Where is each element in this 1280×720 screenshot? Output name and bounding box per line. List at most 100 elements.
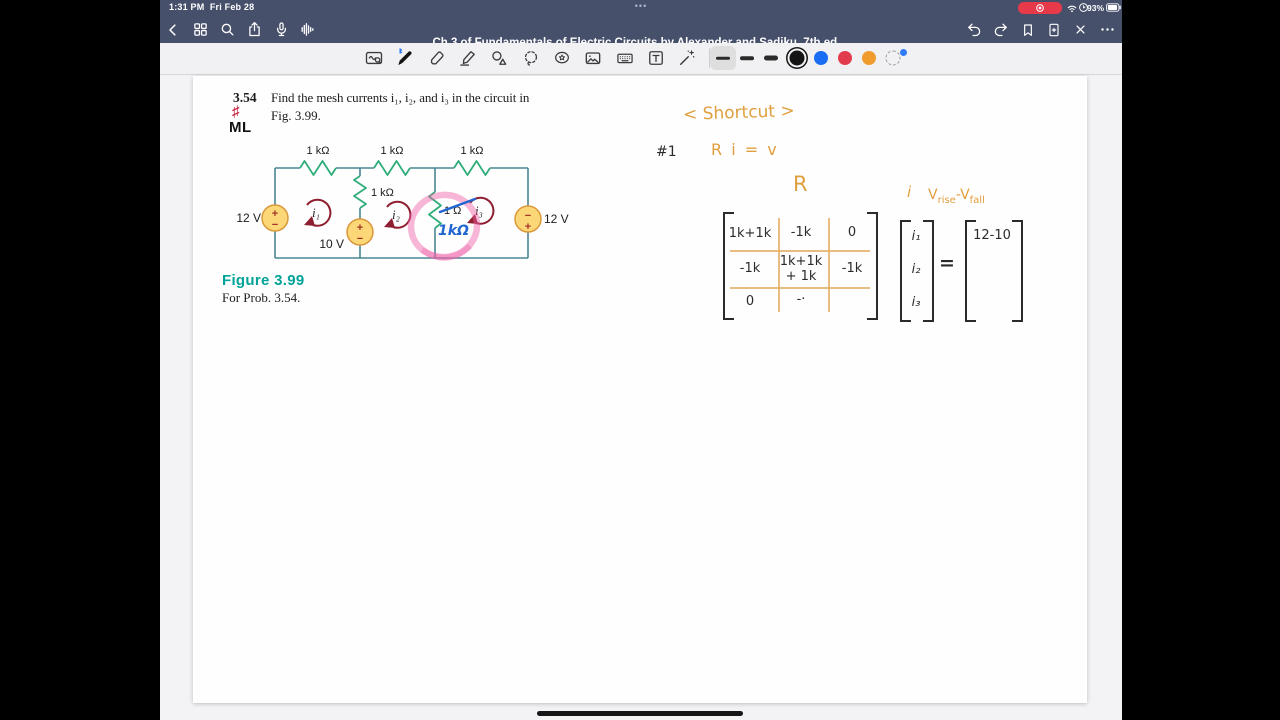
matlab-hash-icon: ♯: [232, 103, 240, 120]
shapes-icon: [492, 51, 507, 65]
wifi-icon: [1067, 5, 1077, 13]
thumbnails-button[interactable]: [188, 18, 212, 42]
status-date: Fri Feb 28: [209, 2, 255, 12]
v-fall-sub: fall: [969, 194, 985, 206]
custom-color-badge: [900, 49, 907, 56]
keyboard-tool[interactable]: [612, 45, 638, 71]
waveform-icon: [301, 23, 313, 36]
search-icon: [221, 23, 233, 36]
share-icon: [248, 21, 260, 37]
zoom-window-icon: [365, 51, 383, 65]
multitask-dots-icon[interactable]: •••: [635, 1, 647, 11]
battery-icon: [1106, 3, 1121, 12]
color-orange-swatch[interactable]: [862, 51, 876, 65]
redo-button[interactable]: [988, 18, 1012, 42]
add-page-icon: [1049, 23, 1059, 36]
matrix-grid-hline2: [730, 287, 870, 289]
pen-tool[interactable]: [392, 45, 418, 71]
screen-recording-indicator[interactable]: [1018, 2, 1062, 14]
back-button[interactable]: [161, 18, 185, 42]
laser-pointer-tool[interactable]: [674, 45, 700, 71]
rhs-label-vrise-vfall: Vrise-Vfall: [928, 187, 985, 206]
highlighter-tool[interactable]: [455, 45, 481, 71]
source-mid-minus: −: [357, 233, 363, 245]
source-left-minus: −: [272, 219, 278, 231]
zoom-window-tool[interactable]: [361, 45, 387, 71]
laser-wand-icon: [680, 50, 695, 65]
search-button[interactable]: [215, 18, 239, 42]
current-vector-i2: i₂: [911, 262, 921, 277]
resistor-label-mid: 1 kΩ: [371, 187, 394, 199]
redo-icon: [994, 23, 1007, 37]
status-time-date: 1:31 PM Fri Feb 28: [169, 2, 254, 12]
image-tool[interactable]: [580, 45, 606, 71]
share-button[interactable]: [242, 18, 266, 42]
matlab-badge-label: ML: [229, 119, 252, 136]
figure-title: Figure 3.99: [222, 272, 305, 289]
v-fall-v: V: [960, 187, 970, 203]
bookmark-button[interactable]: [1016, 18, 1040, 42]
sticker-tool[interactable]: [549, 45, 575, 71]
undo-button[interactable]: [962, 18, 986, 42]
current-vector-i3: i₃: [911, 295, 921, 310]
mesh-label-i1: i₁: [312, 206, 320, 220]
circuit-diagram: + − + − − + 1 kΩ 1 kΩ 1 kΩ 1 kΩ 1 Ω 12 V…: [236, 145, 569, 261]
matrix-cell-r1c3: 0: [847, 225, 857, 240]
problem-text-line1: Find the mesh currents i₁, i₂, and i₃ in…: [271, 90, 530, 105]
current-vector-i1: i₁: [911, 229, 921, 244]
matrix-cell-r2c1: -1k: [739, 261, 761, 276]
home-indicator[interactable]: [537, 711, 743, 716]
ellipsis-icon: [1100, 28, 1114, 31]
text-icon: [649, 51, 663, 65]
eraser-icon: [430, 51, 444, 65]
close-button[interactable]: [1068, 18, 1092, 42]
source-right-plus: +: [525, 221, 531, 233]
add-page-button[interactable]: [1042, 18, 1066, 42]
figure-caption: For Prob. 3.54.: [222, 290, 301, 305]
problem-text-line2: Fig. 3.99.: [271, 108, 321, 123]
undo-icon: [967, 23, 980, 37]
resistor-label-top1: 1 kΩ: [307, 145, 330, 157]
record-icon: [1036, 4, 1044, 12]
matrix-grid-hline1: [730, 250, 870, 252]
mesh-label-i2: i₂: [392, 208, 400, 222]
rhs-entry-1: 12-10: [973, 228, 1011, 243]
color-black-swatch[interactable]: [789, 50, 805, 66]
handwritten-heading: < Shortcut >: [682, 101, 796, 125]
shapes-tool[interactable]: [486, 45, 512, 71]
pen-icon: [398, 48, 412, 66]
matrix-label-R: R: [793, 172, 808, 196]
thickness-thick-option[interactable]: [764, 55, 778, 61]
resistor-label-top3: 1 kΩ: [461, 145, 484, 157]
matrix-cell-r3c1: 0: [745, 294, 755, 309]
thickness-medium-option[interactable]: [740, 56, 754, 60]
source-right-label: 12 V: [544, 212, 569, 226]
microphone-button[interactable]: [269, 18, 293, 42]
thickness-thin-option[interactable]: [716, 56, 730, 60]
lasso-tool[interactable]: [518, 45, 544, 71]
color-custom-swatch[interactable]: [885, 50, 901, 66]
battery-percent: 93%: [1087, 3, 1105, 13]
color-blue-swatch[interactable]: [814, 51, 828, 65]
lasso-icon: [524, 51, 538, 66]
eraser-tool[interactable]: [424, 45, 450, 71]
source-mid-label: 10 V: [319, 237, 344, 251]
status-time: 1:31 PM: [169, 2, 205, 12]
v-rise-v: V: [928, 187, 938, 203]
matrix-cell-r3c2: -·: [796, 292, 806, 307]
drawing-toolbar: [160, 43, 1122, 75]
matrix-cell-r1c2: -1k: [790, 225, 812, 240]
matrix-cell-r2c3: -1k: [841, 261, 863, 276]
notes-app-window: 1:31 PM Fri Feb 28 ••• 93% 3.54 Find the…: [160, 0, 1122, 720]
chevron-left-icon: [169, 23, 176, 36]
handwritten-equation: R i = v: [711, 140, 779, 159]
more-button[interactable]: [1095, 18, 1119, 42]
microphone-icon: [276, 22, 286, 37]
handwritten-step-number: #1: [656, 144, 677, 160]
color-red-swatch[interactable]: [838, 51, 852, 65]
equals-sign: =: [939, 252, 955, 274]
close-icon: [1075, 25, 1085, 34]
text-tool[interactable]: [643, 45, 669, 71]
audio-recordings-button[interactable]: [295, 18, 319, 42]
sticker-icon: [555, 51, 569, 64]
